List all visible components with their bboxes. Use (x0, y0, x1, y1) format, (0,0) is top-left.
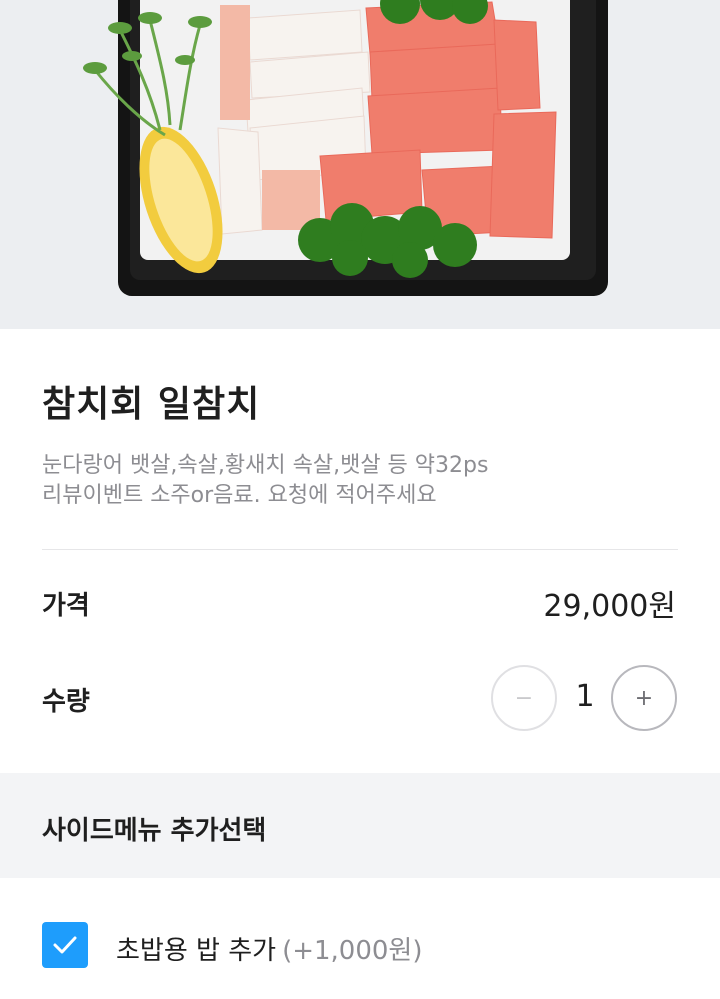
side-menu-option[interactable]: 초밥용 밥 추가 (+1,000원) (0, 878, 720, 999)
description-line: 리뷰이벤트 소주or음료. 요청에 적어주세요 (42, 483, 437, 508)
quantity-value: 1 (575, 679, 595, 714)
product-info: 참치회 일참치 눈다랑어 뱃살,속살,황새치 속살,뱃살 등 약32ps 리뷰이… (0, 329, 720, 773)
divider (42, 549, 678, 550)
plus-icon: + (634, 685, 654, 711)
option-price: (+1,000원) (282, 936, 423, 966)
product-description: 눈다랑어 뱃살,속살,황새치 속살,뱃살 등 약32ps 리뷰이벤트 소주or음… (42, 451, 682, 511)
quantity-decrease-button[interactable]: − (491, 665, 557, 731)
price-label: 가격 (42, 591, 90, 621)
minus-icon: − (514, 685, 534, 711)
description-line: 눈다랑어 뱃살,속살,황새치 속살,뱃살 등 약32ps (42, 453, 489, 478)
side-menu-title: 사이드메뉴 추가선택 (42, 816, 267, 846)
product-title: 참치회 일참치 (42, 384, 261, 425)
sashimi-platter-illustration (0, 0, 720, 329)
option-name: 초밥용 밥 추가 (116, 936, 277, 966)
option-label[interactable]: 초밥용 밥 추가 (+1,000원) (116, 930, 423, 967)
quantity-label: 수량 (42, 687, 90, 717)
quantity-increase-button[interactable]: + (611, 665, 677, 731)
price-value: 29,000원 (543, 589, 676, 624)
check-icon (53, 936, 77, 954)
side-menu-section-header: 사이드메뉴 추가선택 (0, 773, 720, 878)
option-checkbox[interactable] (42, 922, 88, 968)
product-image (0, 0, 720, 329)
